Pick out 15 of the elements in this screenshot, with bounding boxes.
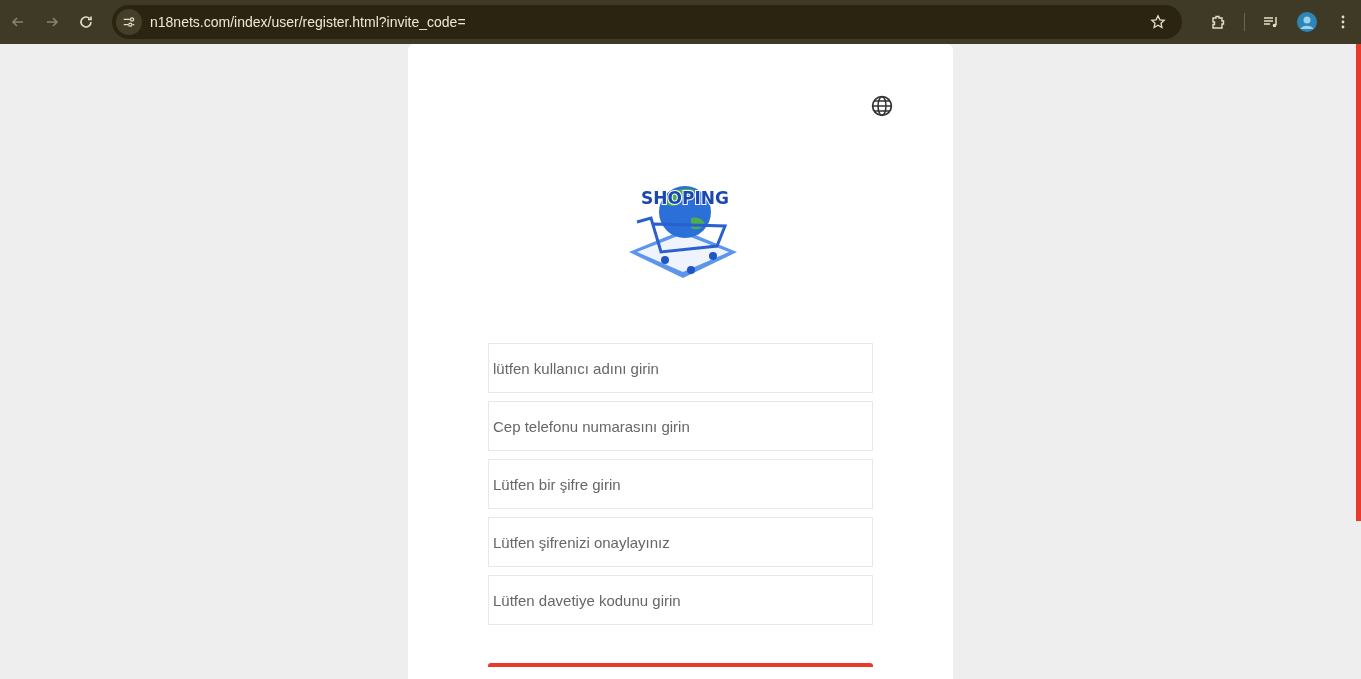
extensions-icon[interactable] — [1210, 14, 1226, 30]
scrollbar-thumb[interactable] — [1356, 44, 1361, 521]
language-globe-icon[interactable] — [871, 95, 893, 117]
input-field[interactable]: Lütfen davetiye kodunu girin — [488, 575, 873, 625]
reload-icon[interactable] — [78, 14, 94, 30]
star-icon[interactable] — [1150, 14, 1166, 30]
profile-avatar[interactable] — [1297, 12, 1317, 32]
media-queue-icon[interactable] — [1263, 14, 1279, 30]
site-settings-icon[interactable] — [116, 9, 142, 35]
input-field[interactable]: Lütfen bir şifre girin — [488, 459, 873, 509]
input-field[interactable]: Cep telefonu numarasını girin — [488, 401, 873, 451]
input-field[interactable]: Lütfen şifrenizi onaylayınız — [488, 517, 873, 567]
input-field[interactable]: lütfen kullanıcı adını girin — [488, 343, 873, 393]
address-bar[interactable]: n18nets.com/index/user/register.html?invite_code= — [112, 5, 1182, 39]
shopping-cart-logo: SHOPING — [620, 174, 741, 294]
